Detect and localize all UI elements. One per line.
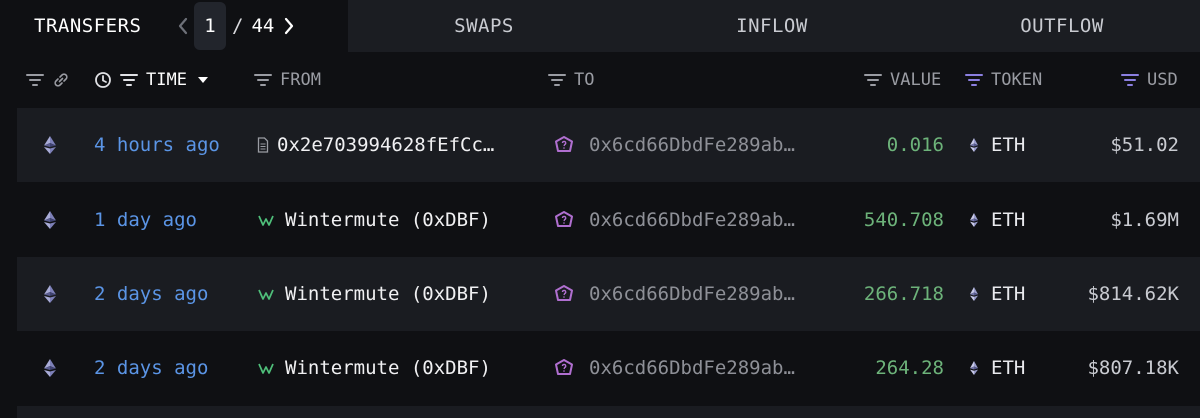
time-link[interactable]: 2 days ago: [94, 331, 208, 405]
time-filter-icon[interactable]: [120, 73, 138, 87]
to-address-text: 0x6cd66DbdFe289ab…: [589, 283, 795, 305]
value-header-label: VALUE: [890, 70, 942, 90]
to-address-text: 0x6cd66DbdFe289ab…: [589, 209, 795, 231]
eth-token-icon: [969, 360, 979, 376]
eth-chain-icon: [43, 183, 57, 257]
time-header-label: TIME: [146, 70, 187, 90]
from-entity[interactable]: Wintermute (0xDBF): [257, 331, 491, 405]
time-link[interactable]: 2 days ago: [94, 257, 208, 331]
entity-badge-icon: [553, 284, 575, 304]
eth-token-icon: [969, 212, 979, 228]
usd-filter-icon[interactable]: [1121, 73, 1139, 87]
to-filter-icon[interactable]: [548, 73, 566, 87]
token-cell[interactable]: ETH: [969, 257, 1025, 331]
document-icon: [257, 137, 269, 153]
pagination: 1 / 44: [172, 0, 300, 52]
current-page[interactable]: 1: [194, 2, 226, 50]
token-filter-icon[interactable]: [965, 73, 983, 87]
table-row[interactable]: 2 days ago Wintermute (0xDBF) 0x6cd66Dbd…: [17, 257, 1200, 331]
tab-swaps-label: SWAPS: [454, 15, 514, 37]
tab-transfers-label: TRANSFERS: [34, 15, 142, 37]
wintermute-icon: [257, 360, 275, 376]
usd-amount: $51.02: [1110, 134, 1179, 156]
to-column-header[interactable]: TO: [548, 56, 594, 104]
entity-badge-icon: [553, 135, 575, 155]
to-address[interactable]: 0x6cd66DbdFe289ab…: [553, 331, 795, 405]
chain-filter[interactable]: [26, 56, 70, 104]
from-address-text: 0x2e703994628fEfCc…: [277, 134, 495, 156]
from-filter-icon[interactable]: [254, 73, 272, 87]
wintermute-icon: [257, 286, 275, 302]
entity-badge-icon: [553, 210, 575, 230]
usd-column-header[interactable]: USD: [1121, 56, 1178, 104]
tab-bar: TRANSFERS 1 / 44 SWAPS INFLOW OUTFLOW: [0, 0, 1200, 52]
from-column-header[interactable]: FROM: [254, 56, 321, 104]
to-address[interactable]: 0x6cd66DbdFe289ab…: [553, 257, 795, 331]
to-address[interactable]: 0x6cd66DbdFe289ab…: [553, 108, 795, 182]
to-header-label: TO: [574, 70, 595, 90]
value-filter-icon[interactable]: [864, 73, 882, 87]
page-separator: /: [232, 15, 244, 37]
eth-token-icon: [969, 286, 979, 302]
clock-icon: [94, 71, 112, 89]
to-address[interactable]: 0x6cd66DbdFe289ab…: [553, 183, 795, 257]
next-page-icon[interactable]: [278, 0, 300, 52]
prev-page-icon[interactable]: [172, 0, 194, 52]
from-entity[interactable]: Wintermute (0xDBF): [257, 183, 491, 257]
eth-chain-icon: [43, 331, 57, 405]
to-address-text: 0x6cd66DbdFe289ab…: [589, 134, 795, 156]
to-address-text: 0x6cd66DbdFe289ab…: [589, 357, 795, 379]
usd-amount: $814.62K: [1087, 283, 1179, 305]
token-header-label: TOKEN: [991, 70, 1043, 90]
sort-down-icon[interactable]: [197, 76, 209, 84]
from-entity-text: Wintermute (0xDBF): [285, 283, 491, 305]
table-header: TIME FROM TO VALUE TOKEN USD: [0, 56, 1200, 104]
from-entity-text: Wintermute (0xDBF): [285, 209, 491, 231]
table-row[interactable]: 1 day ago Wintermute (0xDBF) 0x6cd66DbdF…: [17, 183, 1200, 257]
from-entity[interactable]: Wintermute (0xDBF): [257, 257, 491, 331]
table-row[interactable]: 2 days ago Wintermute (0xDBF) 0x6cd66Dbd…: [17, 331, 1200, 405]
value-amount: 264.28: [875, 357, 944, 379]
value-amount: 266.718: [863, 283, 944, 305]
tab-outflow[interactable]: OUTFLOW: [924, 0, 1200, 52]
tab-outflow-label: OUTFLOW: [1020, 15, 1104, 37]
table-row[interactable]: [17, 406, 1200, 418]
token-symbol: ETH: [991, 209, 1026, 231]
eth-chain-icon: [43, 257, 57, 331]
usd-header-label: USD: [1147, 70, 1178, 90]
value-column-header[interactable]: VALUE: [864, 56, 941, 104]
filter-icon[interactable]: [26, 73, 44, 87]
token-column-header[interactable]: TOKEN: [965, 56, 1042, 104]
usd-amount: $1.69M: [1110, 209, 1179, 231]
token-symbol: ETH: [991, 283, 1026, 305]
eth-token-icon: [969, 137, 979, 153]
entity-badge-icon: [553, 358, 575, 378]
token-symbol: ETH: [991, 134, 1026, 156]
tab-inflow[interactable]: INFLOW: [620, 0, 924, 52]
eth-chain-icon: [43, 108, 57, 182]
tab-swaps[interactable]: SWAPS: [348, 0, 620, 52]
token-cell[interactable]: ETH: [969, 183, 1025, 257]
link-icon[interactable]: [52, 71, 70, 89]
from-header-label: FROM: [280, 70, 321, 90]
tab-inflow-label: INFLOW: [736, 15, 808, 37]
wintermute-icon: [257, 212, 275, 228]
token-cell[interactable]: ETH: [969, 331, 1025, 405]
value-amount: 0.016: [886, 134, 944, 156]
token-symbol: ETH: [991, 357, 1026, 379]
from-address[interactable]: 0x2e703994628fEfCc…: [257, 108, 494, 182]
total-pages: 44: [251, 15, 275, 37]
from-entity-text: Wintermute (0xDBF): [285, 357, 491, 379]
usd-amount: $807.18K: [1087, 357, 1179, 379]
token-cell[interactable]: ETH: [969, 108, 1025, 182]
time-column-header[interactable]: TIME: [94, 56, 209, 104]
time-link[interactable]: 4 hours ago: [94, 108, 220, 182]
value-amount: 540.708: [863, 209, 944, 231]
time-link[interactable]: 1 day ago: [94, 183, 197, 257]
table-row[interactable]: 4 hours ago 0x2e703994628fEfCc… 0x6cd66D…: [17, 108, 1200, 182]
